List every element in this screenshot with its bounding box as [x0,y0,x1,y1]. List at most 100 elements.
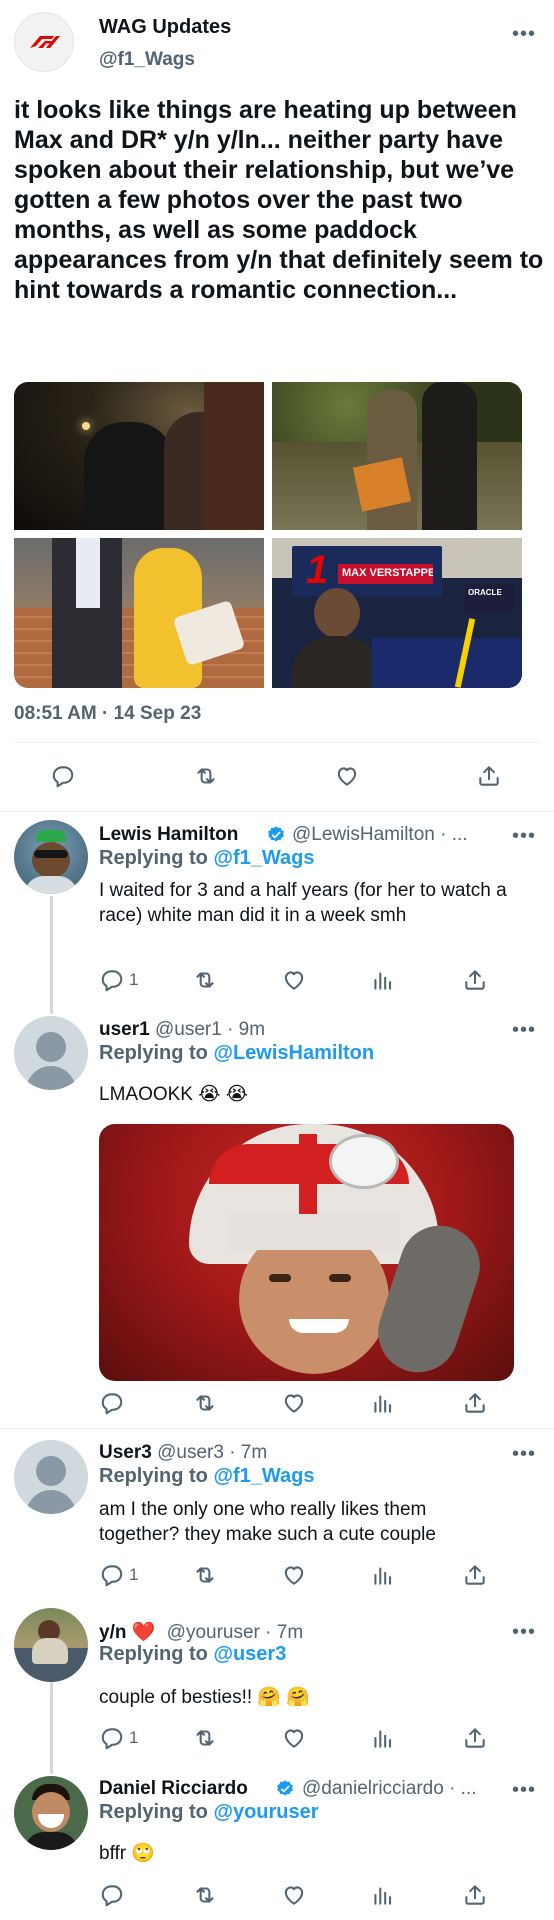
reply-text: bffr 🙄 [99,1843,156,1864]
replying-to-line: Replying to @LewisHamilton [99,1042,374,1065]
reply-text: I waited for 3 and a half years (for her… [99,880,507,926]
divider [0,1428,554,1429]
banner-side: ORACLE [464,584,514,610]
views-icon[interactable] [370,967,396,993]
retweet-icon[interactable] [192,1562,218,1588]
reply-author-name[interactable]: user1 [99,1019,150,1040]
reply-icon[interactable]: 1 [99,967,138,993]
divider [0,811,554,812]
more-icon[interactable]: ••• [512,1444,536,1464]
more-icon[interactable]: ••• [512,1622,536,1642]
reply-author-name[interactable]: y/n ❤️ [99,1622,155,1643]
share-icon[interactable] [462,1725,488,1751]
reply-icon[interactable] [50,763,76,789]
reply-action-bar: 1 [0,1562,554,1590]
reply-author-line: y/n ❤️ @youruser · 7m [99,1620,303,1644]
photo-yellow-dress[interactable] [14,538,264,688]
main-author-name[interactable]: WAG Updates [99,16,231,39]
divider [14,742,540,743]
replying-to-label: Replying to [99,1801,208,1823]
reply-author-handle[interactable]: @youruser · 7m [167,1622,304,1643]
photo-paddock[interactable]: 1 MAX VERSTAPPEN ORACLE [272,538,522,688]
photo-night-walk[interactable] [272,382,522,530]
banner-number: 1 [306,548,329,592]
reply-author-handle[interactable]: @user1 · 9m [155,1019,265,1040]
retweet-icon[interactable] [192,1390,218,1416]
replying-to-link[interactable]: @youruser [213,1801,318,1823]
replying-to-line: Replying to @f1_Wags [99,847,314,870]
more-icon[interactable]: ••• [512,1780,536,1800]
replying-to-label: Replying to [99,1042,208,1064]
share-icon[interactable] [462,1882,488,1908]
reply-gif-image[interactable] [99,1124,514,1381]
views-icon[interactable] [370,1882,396,1908]
replying-to-link[interactable]: @f1_Wags [213,847,314,869]
f1-wags-avatar[interactable] [14,12,74,72]
views-icon[interactable] [370,1562,396,1588]
replying-to-line: Replying to @user3 [99,1643,286,1666]
photo-night-hug[interactable] [14,382,264,530]
retweet-icon[interactable] [192,967,218,993]
reply-author-name[interactable]: User3 [99,1442,152,1463]
reply-text: LMAOOKK 😭 😭 [99,1084,248,1105]
replying-to-label: Replying to [99,1465,208,1487]
retweet-icon[interactable] [192,1725,218,1751]
reply-author-line: user1 @user1 · 9m [99,1019,265,1041]
like-icon[interactable] [281,1390,307,1416]
main-action-bar [0,763,554,791]
views-icon[interactable] [370,1390,396,1416]
replying-to-link[interactable]: @LewisHamilton [213,1042,374,1064]
user3-avatar[interactable] [14,1440,88,1514]
replying-to-label: Replying to [99,847,208,869]
verified-badge-icon [277,1780,293,1796]
yn-avatar[interactable] [14,1608,88,1682]
reply-author-handle[interactable]: @danielricciardo · ... [302,1778,477,1800]
reply-count: 1 [129,1565,139,1584]
reply-count: 1 [129,1728,139,1747]
main-tweet-text: it looks like things are heating up betw… [14,96,544,304]
reply-author-name[interactable]: Lewis Hamilton [99,824,238,846]
reply-icon[interactable]: 1 [99,1562,138,1588]
verified-badge-icon [268,826,284,842]
lewis-avatar[interactable] [14,820,88,894]
retweet-icon[interactable] [192,1882,218,1908]
views-icon[interactable] [370,1725,396,1751]
reply-action-bar: 1 [0,1725,554,1753]
reply-text: am I the only one who really likes them … [99,1499,436,1545]
more-icon[interactable]: ••• [512,1020,536,1040]
reply-icon[interactable]: 1 [99,1725,138,1751]
replying-to-link[interactable]: @f1_Wags [213,1465,314,1487]
more-icon[interactable]: ••• [512,826,536,846]
f1-logo-icon [30,36,60,48]
share-icon[interactable] [462,967,488,993]
reply-count: 1 [129,970,139,989]
like-icon[interactable] [281,1725,307,1751]
reply-author-name[interactable]: Daniel Ricciardo [99,1778,248,1800]
main-timestamp: 08:51 AM · 14 Sep 23 [14,703,202,724]
like-icon[interactable] [281,967,307,993]
replying-to-line: Replying to @f1_Wags [99,1465,314,1488]
thread-line [50,896,53,1014]
main-author-handle[interactable]: @f1_Wags [99,49,195,71]
replying-to-link[interactable]: @user3 [213,1643,286,1665]
reply-icon[interactable] [99,1882,125,1908]
user1-avatar[interactable] [14,1016,88,1090]
reply-action-bar: 1 [0,967,554,995]
share-icon[interactable] [462,1562,488,1588]
reply-author-handle[interactable]: @LewisHamilton · ... [292,824,468,846]
reply-author-handle[interactable]: @user3 · 7m [157,1442,267,1463]
like-icon[interactable] [334,763,360,789]
share-icon[interactable] [462,1390,488,1416]
replying-to-label: Replying to [99,1643,208,1665]
reply-action-bar [0,1390,554,1418]
reply-icon[interactable] [99,1390,125,1416]
like-icon[interactable] [281,1882,307,1908]
reply-text: couple of besties!! 🤗 🤗 [99,1687,311,1708]
reply-author-line: User3 @user3 · 7m [99,1442,267,1464]
like-icon[interactable] [281,1562,307,1588]
retweet-icon[interactable] [193,763,219,789]
more-icon[interactable]: ••• [512,24,536,44]
reply-action-bar [0,1882,554,1910]
share-icon[interactable] [476,763,502,789]
daniel-avatar[interactable] [14,1776,88,1850]
